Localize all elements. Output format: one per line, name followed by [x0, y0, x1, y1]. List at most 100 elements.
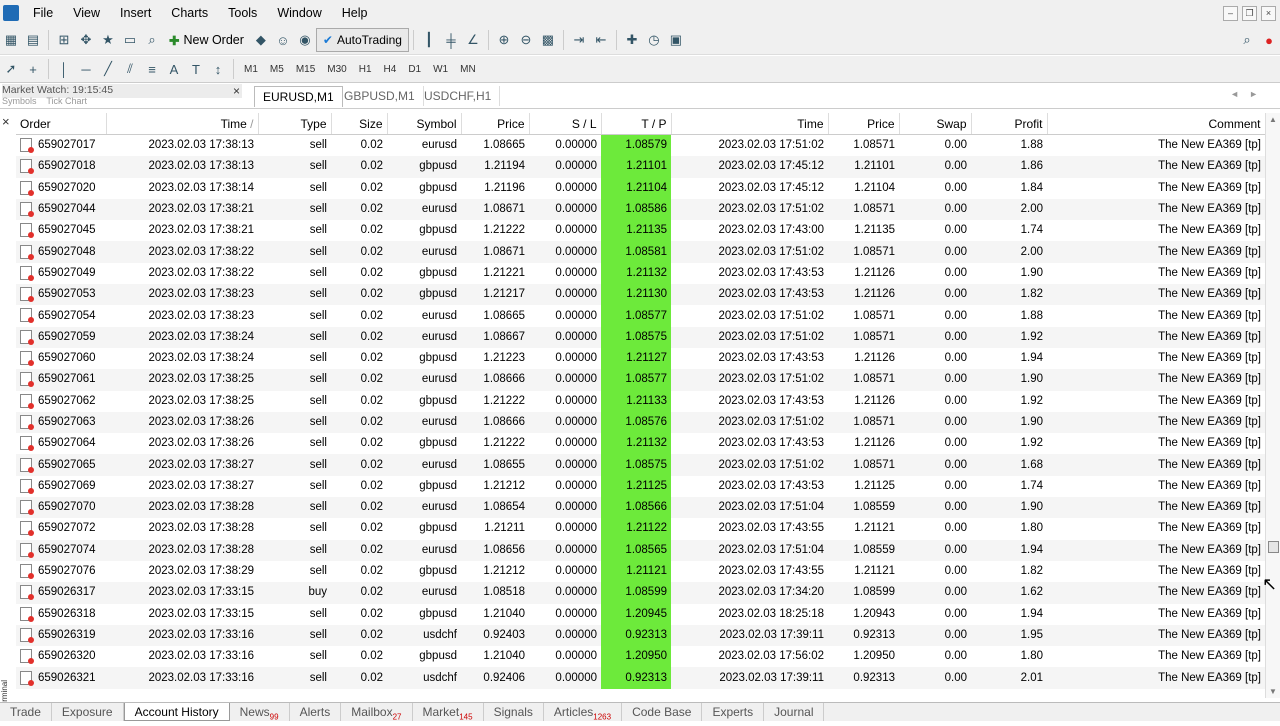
menu-view[interactable]: View [63, 0, 110, 26]
tab-symbols[interactable]: Symbols [2, 96, 37, 106]
zoom-out-icon[interactable]: ⊖ [515, 29, 537, 51]
menu-window[interactable]: Window [267, 0, 331, 26]
table-row[interactable]: 659027053 2023.02.03 17:38:23 sell 0.02 gbpu… [16, 284, 1265, 306]
table-row[interactable]: 659026320 2023.02.03 17:33:16 sell 0.02 gbpu… [16, 646, 1265, 668]
table-row[interactable]: 659027069 2023.02.03 17:38:27 sell 0.02 gbpu… [16, 475, 1265, 498]
terminal-tab-signals[interactable]: Signals [484, 703, 544, 721]
timeframe-d1[interactable]: D1 [402, 64, 427, 75]
table-row[interactable]: 659026317 2023.02.03 17:33:15 buy 0.02 eurus… [16, 582, 1265, 604]
terminal-icon[interactable]: ▭ [119, 29, 141, 51]
table-row[interactable]: 659026318 2023.02.03 17:33:15 sell 0.02 gbpu… [16, 603, 1265, 625]
terminal-tab-news[interactable]: News99 [230, 703, 290, 721]
col-close-time[interactable]: Time [671, 113, 829, 135]
timeframe-m15[interactable]: M15 [290, 64, 321, 75]
col-symbol[interactable]: Symbol [387, 113, 462, 135]
data-window-icon[interactable]: ✥ [75, 29, 97, 51]
col-close-price[interactable]: Price [828, 113, 900, 135]
tab-tick-chart[interactable]: Tick Chart [46, 96, 87, 106]
tab-scroll-arrows-icon[interactable]: ◄► [1230, 89, 1268, 99]
line-chart-icon[interactable]: ∠ [462, 29, 484, 51]
trendline-icon[interactable]: ╱ [97, 58, 119, 80]
text-label-icon[interactable]: T [185, 58, 207, 80]
channel-icon[interactable]: ⫽ [119, 58, 141, 80]
terminal-tab-journal[interactable]: Journal [764, 703, 825, 721]
cursor-icon[interactable]: ➚ [0, 58, 22, 80]
table-row[interactable]: 659027063 2023.02.03 17:38:26 sell 0.02 euru… [16, 411, 1265, 434]
terminal-tab-experts[interactable]: Experts [702, 703, 765, 721]
table-row[interactable]: 659027018 2023.02.03 17:38:13 sell 0.02 gbpu… [16, 156, 1265, 178]
terminal-tab-alerts[interactable]: Alerts [290, 703, 342, 721]
bar-chart-icon[interactable]: ┃ [418, 29, 440, 51]
arrows-icon[interactable]: ↕ [207, 58, 229, 80]
fibonacci-icon[interactable]: ≡ [141, 58, 163, 80]
col-comment[interactable]: Comment [1047, 113, 1266, 135]
scroll-down-icon[interactable]: ▼ [1269, 687, 1277, 696]
col-time[interactable]: Time / [106, 113, 259, 135]
timeframe-mn[interactable]: MN [454, 64, 482, 75]
col-profit[interactable]: Profit [971, 113, 1048, 135]
col-type[interactable]: Type [258, 113, 332, 135]
table-row[interactable]: 659027045 2023.02.03 17:38:21 sell 0.02 gbpu… [16, 220, 1265, 242]
periods-icon[interactable]: ◷ [643, 29, 665, 51]
horizontal-line-icon[interactable]: ─ [75, 58, 97, 80]
minimize-icon[interactable]: – [1223, 6, 1238, 21]
table-row[interactable]: 659027049 2023.02.03 17:38:22 sell 0.02 gbpu… [16, 262, 1265, 285]
table-row[interactable]: 659026319 2023.02.03 17:33:16 sell 0.02 usdc… [16, 624, 1265, 647]
timeframe-w1[interactable]: W1 [427, 64, 454, 75]
restore-icon[interactable]: ❐ [1242, 6, 1257, 21]
terminal-tab-code-base[interactable]: Code Base [622, 703, 703, 721]
terminal-tab-exposure[interactable]: Exposure [52, 703, 124, 721]
menu-file[interactable]: File [23, 0, 63, 26]
table-row[interactable]: 659027076 2023.02.03 17:38:29 sell 0.02 gbpu… [16, 560, 1265, 583]
indicators-icon[interactable]: ✚ [621, 29, 643, 51]
table-row[interactable]: 659027062 2023.02.03 17:38:25 sell 0.02 gbpu… [16, 390, 1265, 412]
tile-windows-icon[interactable]: ▩ [537, 29, 559, 51]
search-icon[interactable]: ⌕ [1236, 29, 1258, 51]
zoom-in-icon[interactable]: ⊕ [493, 29, 515, 51]
new-order-button[interactable]: ✚ New Order [163, 29, 250, 51]
col-price[interactable]: Price [461, 113, 530, 135]
chart-tab-usdchf[interactable]: USDCHF,H1 [416, 86, 501, 106]
col-order[interactable]: Order [16, 113, 107, 135]
table-row[interactable]: 659027059 2023.02.03 17:38:24 sell 0.02 euru… [16, 326, 1265, 348]
navigator-icon[interactable]: ★ [97, 29, 119, 51]
metaeditor-icon[interactable]: ◆ [250, 29, 272, 51]
timeframe-h1[interactable]: H1 [353, 64, 378, 75]
close-icon[interactable]: × [2, 114, 10, 129]
close-icon[interactable]: × [1261, 6, 1276, 21]
menu-tools[interactable]: Tools [218, 0, 267, 26]
table-row[interactable]: 659027017 2023.02.03 17:38:13 sell 0.02 euru… [16, 134, 1265, 157]
chart-shift-icon[interactable]: ⇥ [568, 29, 590, 51]
table-row[interactable]: 659027064 2023.02.03 17:38:26 sell 0.02 gbpu… [16, 433, 1265, 455]
col-sl[interactable]: S / L [529, 113, 602, 135]
scrollbar-thumb[interactable] [1268, 541, 1279, 553]
market-watch-icon[interactable]: ⊞ [53, 29, 75, 51]
table-row[interactable]: 659027054 2023.02.03 17:38:23 sell 0.02 euru… [16, 305, 1265, 327]
table-row[interactable]: 659027061 2023.02.03 17:38:25 sell 0.02 euru… [16, 369, 1265, 391]
autoscroll-icon[interactable]: ⇤ [590, 29, 612, 51]
templates-icon[interactable]: ▣ [665, 29, 687, 51]
chart-tab-gbpusd[interactable]: GBPUSD,M1 [336, 86, 424, 106]
table-row[interactable]: 659027060 2023.02.03 17:38:24 sell 0.02 gbpu… [16, 347, 1265, 370]
col-size[interactable]: Size [331, 113, 388, 135]
timeframe-m1[interactable]: M1 [238, 64, 264, 75]
profiles-icon[interactable]: ▤ [22, 29, 44, 51]
timeframe-m5[interactable]: M5 [264, 64, 290, 75]
terminal-tab-market[interactable]: Market145 [413, 703, 484, 721]
col-swap[interactable]: Swap [899, 113, 972, 135]
timeframe-m30[interactable]: M30 [321, 64, 352, 75]
menu-charts[interactable]: Charts [161, 0, 218, 26]
terminal-tab-account-history[interactable]: Account History [123, 703, 230, 721]
table-row[interactable]: 659026321 2023.02.03 17:33:16 sell 0.02 usdc… [16, 667, 1265, 689]
menu-help[interactable]: Help [332, 0, 378, 26]
candlestick-icon[interactable]: ╪ [440, 29, 462, 51]
vertical-scrollbar[interactable]: ▲ ▼ [1265, 113, 1280, 698]
table-row[interactable]: 659027048 2023.02.03 17:38:22 sell 0.02 euru… [16, 241, 1265, 263]
vertical-line-icon[interactable]: │ [53, 58, 75, 80]
table-row[interactable]: 659027020 2023.02.03 17:38:14 sell 0.02 gbpu… [16, 177, 1265, 199]
timeframe-h4[interactable]: H4 [378, 64, 403, 75]
strategy-tester-icon[interactable]: ⌕ [141, 29, 163, 51]
signals-icon[interactable]: ☺ [272, 29, 294, 51]
table-row[interactable]: 659027074 2023.02.03 17:38:28 sell 0.02 euru… [16, 539, 1265, 561]
col-tp[interactable]: T / P [601, 113, 672, 135]
